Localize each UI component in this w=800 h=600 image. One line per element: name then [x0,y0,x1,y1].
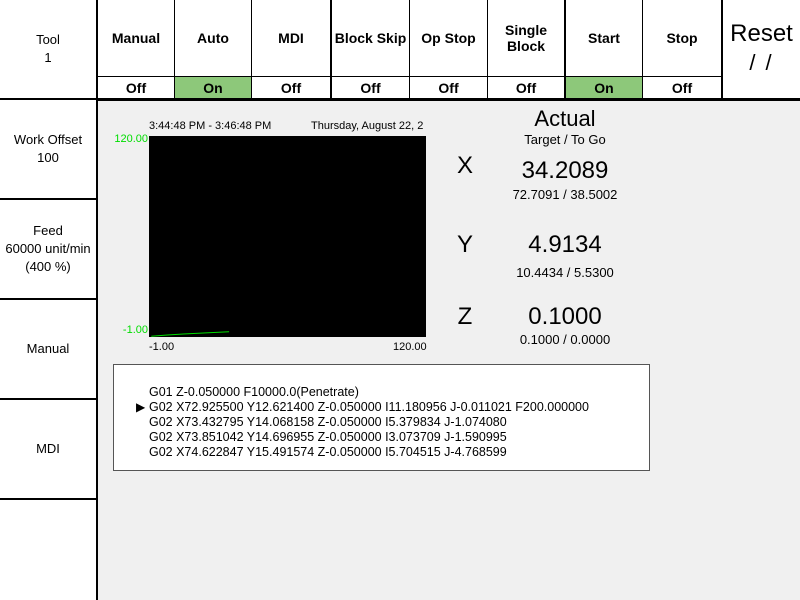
work-offset-label: Work Offset [13,132,83,147]
y-actual-value: 4.9134 [528,231,602,258]
work-offset-value: 100 [37,150,59,165]
single-block-state: Off [488,76,564,98]
position-plot-svg [151,331,230,337]
reset-label: Reset [730,20,793,47]
gcode-listing[interactable]: ▶ G01 Z-0.050000 F10000.0(Penetrate) G02… [113,364,650,471]
stop-label: Stop [666,30,698,46]
sidebar: Tool 1 Work Offset 100 Feed 60000 unit/m… [0,0,98,600]
y-max-tick: 120.00 [114,133,148,145]
gcode-line: G01 Z-0.050000 F10000.0(Penetrate) [149,385,359,399]
manual-mode-button[interactable]: Manual Off [98,0,175,98]
start-button[interactable]: Start On [566,0,643,98]
feed-label: Feed [33,223,63,238]
readout-subtitle: Target / To Go [524,132,606,147]
feed-percent: (400 %) [25,259,71,274]
manual-mode-label: Manual [111,30,161,46]
auto-mode-button[interactable]: Auto On [175,0,252,98]
op-stop-button[interactable]: Op Stop Off [410,0,488,98]
block-skip-state: Off [332,76,409,98]
single-block-label-line1: Single [504,22,547,38]
feed-button[interactable]: Feed 60000 unit/min (400 %) [0,200,96,300]
gcode-line-current: G02 X72.925500 Y12.621400 Z-0.050000 I11… [149,400,589,414]
block-skip-button[interactable]: Block Skip Off [332,0,410,98]
y-target-togo: 10.4434 / 5.5300 [516,265,614,280]
block-skip-label: Block Skip [334,30,407,46]
z-actual-value: 0.1000 [528,303,602,330]
manual-mode-state: Off [98,76,174,98]
readout-title: Actual [534,106,596,131]
mdi-side-label: MDI [36,441,60,456]
manual-side-button[interactable]: Manual [0,300,96,400]
tool-value: 1 [44,50,52,65]
z-target-togo: 0.1000 / 0.0000 [519,332,611,347]
reset-button[interactable]: Reset / / [723,0,800,98]
reset-status: / / [749,50,774,75]
single-block-label: Single Block [488,0,564,76]
auto-mode-state: On [175,76,251,98]
work-offset-button[interactable]: Work Offset 100 [0,100,96,200]
mdi-mode-state: Off [252,76,330,98]
start-state: On [566,76,642,98]
position-plot [149,136,426,337]
mdi-mode-button[interactable]: MDI Off [252,0,330,98]
mdi-side-button[interactable]: MDI [0,400,96,500]
tool-label: Tool [36,32,60,47]
mdi-mode-label: MDI [278,30,304,46]
start-label: Start [588,30,620,46]
x-max-tick: 120.00 [393,341,427,353]
single-block-label-line2: Block [506,38,546,54]
tool-button[interactable]: Tool 1 [0,0,96,100]
current-line-pointer-icon: ▶ [136,400,146,414]
auto-mode-label: Auto [197,30,229,46]
feed-rate: 60000 unit/min [5,241,91,256]
manual-side-label: Manual [26,341,70,356]
z-axis-letter: Z [457,303,473,330]
x-actual-value: 34.2089 [521,157,609,184]
gcode-line: G02 X73.432795 Y14.068158 Z-0.050000 I5.… [149,415,507,429]
plot-time-range: 3:44:48 PM - 3:46:48 PM [149,120,272,132]
plot-date: Thursday, August 22, 2 [311,120,424,132]
mode-toolbar: Manual Off Auto On MDI Off Block Skip Of… [98,0,800,101]
y-min-tick: -1.00 [122,324,148,336]
x-min-tick: -1.00 [149,341,175,353]
x-axis-letter: X [456,152,473,179]
y-axis-letter: Y [456,231,473,258]
stop-button[interactable]: Stop Off [643,0,721,98]
tool-path-line [151,331,230,337]
empty-side-button[interactable] [0,500,96,600]
gcode-line: G02 X74.622847 Y15.491574 Z-0.050000 I5.… [149,445,507,459]
op-stop-label: Op Stop [421,30,476,46]
x-target-togo: 72.7091 / 38.5002 [512,187,618,202]
op-stop-state: Off [410,76,487,98]
stop-state: Off [643,76,721,98]
gcode-line: G02 X73.851042 Y14.696955 Z-0.050000 I3.… [149,430,507,444]
single-block-button[interactable]: Single Block Off [488,0,564,98]
